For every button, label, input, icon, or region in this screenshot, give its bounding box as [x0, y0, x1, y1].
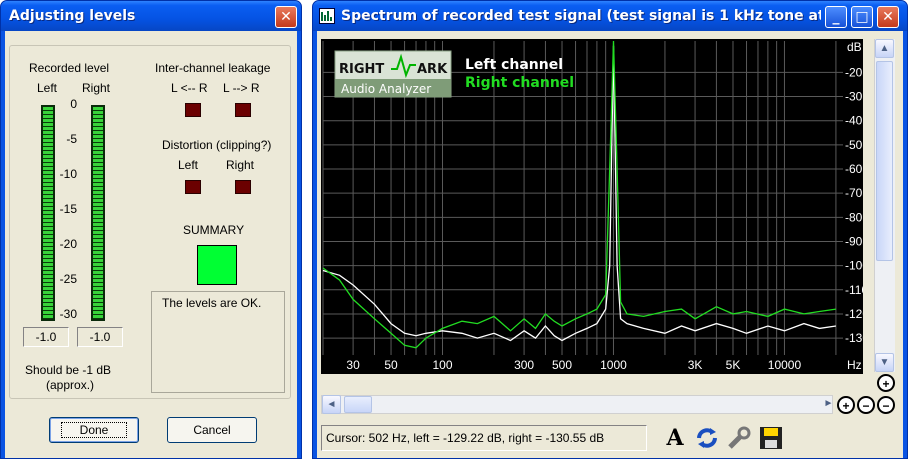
x-tick-label: 3K — [688, 358, 703, 372]
leakage-right-indicator — [235, 103, 251, 117]
distortion-heading: Distortion (clipping?) — [162, 138, 272, 152]
font-icon[interactable]: A — [661, 425, 689, 453]
maximize-button[interactable]: □ — [851, 6, 873, 28]
y-tick-label: -60 — [845, 162, 863, 176]
y-tick-label: -30 — [845, 90, 863, 104]
leakage-left-indicator — [185, 103, 201, 117]
x-tick-label: 1000 — [600, 358, 627, 372]
leakage-heading: Inter-channel leakage — [155, 61, 271, 75]
y-tick-label: -40 — [845, 114, 863, 128]
wrench-icon[interactable] — [725, 425, 753, 453]
x-axis-label: Hz — [847, 358, 862, 372]
summary-message: The levels are OK. — [162, 296, 262, 310]
summary-heading: SUMMARY — [183, 223, 245, 237]
right-level-value: -1.0 — [77, 327, 123, 347]
spectrum-title: Spectrum of recorded test signal (test s… — [341, 8, 821, 24]
x-tick-label: 300 — [514, 358, 534, 372]
done-button-label: Done — [60, 422, 128, 438]
level-scale-tick: -10 — [59, 167, 77, 181]
x-tick-label: 5K — [726, 358, 741, 372]
leakage-left-label: L <-- R — [171, 81, 208, 95]
legend-right-channel: Right channel — [465, 75, 574, 91]
level-scale-tick: -20 — [59, 237, 77, 251]
x-tick-label: 10000 — [768, 358, 802, 372]
y-axis-label: dB — [847, 40, 862, 54]
level-scale-tick: 0 — [70, 97, 77, 111]
dialog-title: Adjusting levels — [9, 8, 136, 24]
zoom-in-vertical-icon[interactable]: + — [877, 374, 895, 392]
distortion-left-indicator — [185, 180, 201, 194]
spectrum-titlebar[interactable]: Spectrum of recorded test signal (test s… — [313, 1, 907, 31]
level-scale-tick: -25 — [59, 272, 77, 286]
y-tick-label: -130 — [845, 331, 863, 345]
x-tick-label: 30 — [346, 358, 360, 372]
level-scale-tick: -5 — [66, 132, 77, 146]
y-tick-label: -80 — [845, 210, 863, 224]
zoom-in-both-icon[interactable]: + — [837, 396, 855, 414]
refresh-icon[interactable] — [693, 425, 721, 453]
x-tick-label: 50 — [384, 358, 398, 372]
spectrum-client: 30 50 100 300 500 1000 3K 5K 10000 -20 -30 -40 -50 -6… — [317, 31, 903, 458]
spectrum-window: Spectrum of recorded test signal (test s… — [312, 0, 908, 459]
right-level-meter — [91, 105, 105, 321]
horizontal-scroll-thumb[interactable] — [344, 396, 372, 413]
scroll-left-button[interactable]: ◄ — [322, 395, 341, 414]
horizontal-scrollbar[interactable]: ◄ — [321, 395, 833, 414]
recorded-level-heading: Recorded level — [29, 61, 110, 75]
y-tick-label: -90 — [845, 234, 863, 248]
y-tick-label: -120 — [845, 307, 863, 321]
y-tick-label: -20 — [845, 65, 863, 79]
leakage-right-label: L --> R — [223, 81, 260, 95]
level-target-note: Should be -1 dB — [25, 363, 112, 377]
right-meter-label: Right — [82, 81, 111, 95]
scroll-up-button[interactable]: ▲ — [875, 39, 894, 58]
y-tick-label: -100 — [845, 259, 863, 273]
y-tick-label: -70 — [845, 186, 863, 200]
legend-left-channel: Left channel — [465, 57, 563, 73]
level-target-approx: (approx.) — [46, 378, 95, 392]
done-button[interactable]: Done — [49, 417, 139, 443]
y-tick-label: -110 — [845, 283, 863, 297]
spectrum-chart[interactable]: 30 50 100 300 500 1000 3K 5K 10000 -20 -30 -40 -50 -6… — [321, 39, 869, 374]
logo-text-right: RIGHT — [339, 62, 384, 77]
scroll-down-button[interactable]: ▼ — [875, 353, 894, 372]
cursor-readout: Cursor: 502 Hz, left = -129.22 dB, right… — [321, 425, 647, 451]
dialog-close-button[interactable]: ✕ — [275, 6, 297, 28]
dialog-client: Recorded level Left Right 0 -5 -10 -15 -20 -2… — [5, 31, 297, 458]
x-tick-label: 100 — [432, 358, 452, 372]
vertical-scrollbar[interactable]: ▲ ▼ — [874, 39, 895, 372]
dialog-titlebar[interactable]: Adjusting levels ✕ — [1, 1, 301, 31]
x-tick-label: 500 — [552, 358, 572, 372]
spectrum-close-button[interactable]: ✕ — [877, 6, 899, 28]
minimize-button[interactable]: _ — [825, 6, 847, 28]
zoom-out-both-icon[interactable]: − — [877, 396, 895, 414]
spectrum-plot[interactable]: 30 50 100 300 500 1000 3K 5K 10000 -20 -30 -40 -50 -6… — [321, 39, 869, 374]
zoom-out-horizontal-icon[interactable]: − — [857, 396, 875, 414]
summary-message-box: The levels are OK. — [151, 291, 285, 393]
y-tick-label: -50 — [845, 138, 863, 152]
floppy-icon[interactable] — [757, 425, 785, 453]
logo-text-analyzer: Audio Analyzer — [341, 82, 431, 96]
distortion-left-label: Left — [178, 158, 199, 172]
adjusting-levels-dialog: Adjusting levels ✕ Recorded level Left R… — [0, 0, 302, 459]
scroll-right-button[interactable]: ► — [819, 395, 838, 414]
left-meter-label: Left — [37, 81, 58, 95]
logo-text-ark: ARK — [417, 62, 448, 77]
left-level-value: -1.0 — [23, 327, 69, 347]
distortion-right-label: Right — [226, 158, 255, 172]
cancel-button[interactable]: Cancel — [167, 417, 257, 443]
app-icon — [319, 8, 335, 24]
level-scale-tick: -30 — [59, 307, 77, 321]
summary-indicator — [197, 245, 237, 285]
level-scale-tick: -15 — [59, 202, 77, 216]
vertical-scroll-thumb[interactable] — [876, 61, 893, 261]
distortion-right-indicator — [235, 180, 251, 194]
